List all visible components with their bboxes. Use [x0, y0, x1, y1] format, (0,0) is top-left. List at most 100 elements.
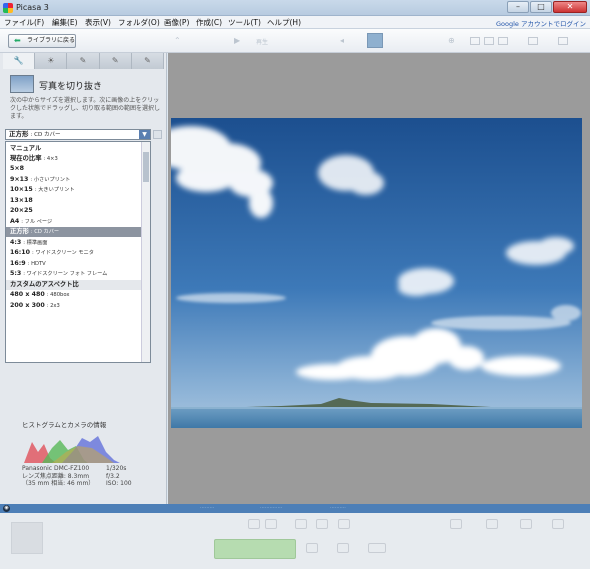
view-mode-3-icon[interactable] — [498, 37, 508, 45]
photo-image[interactable] — [171, 118, 582, 428]
size-option[interactable]: A4: フル ページ — [6, 217, 142, 227]
size-option-label: 正方形 — [10, 228, 29, 235]
tab-basic-fixes[interactable]: 🔧 — [3, 53, 36, 69]
camera-info: Panasonic DMC-FZ100 レンズ焦点距離: 8.3mm （35 m… — [22, 465, 94, 488]
info-panel-icon[interactable] — [552, 519, 564, 529]
size-option[interactable]: 16:9: HDTV — [6, 259, 142, 269]
size-option[interactable]: 13×18 — [6, 196, 142, 206]
size-option[interactable]: 現在の比率: 4×3 — [6, 154, 142, 164]
current-photo-thumbnail[interactable] — [367, 33, 383, 48]
people-icon[interactable]: ⌃ — [174, 36, 181, 45]
size-option[interactable]: 16:10: ワイドスクリーン モニタ — [6, 248, 142, 258]
menu-edit[interactable]: 編集(E) — [52, 17, 78, 28]
view-mode-1-icon[interactable] — [470, 37, 480, 45]
prev-icon[interactable]: ⊕ — [448, 36, 455, 45]
brush-icon: ✎ — [144, 56, 151, 65]
size-option-desc: : 4×3 — [43, 156, 58, 162]
size-option-desc: : 2x3 — [46, 303, 60, 309]
menu-create[interactable]: 作成(C) — [196, 17, 222, 28]
back-to-library-label: ライブラリに戻る — [27, 37, 76, 44]
person-icon[interactable] — [450, 519, 462, 529]
scrollbar-thumb[interactable] — [143, 152, 149, 182]
exposure-info: 1/320s f/3.2 ISO: 100 — [106, 465, 132, 488]
comment-icon[interactable] — [520, 519, 532, 529]
size-option[interactable]: 4:3: 標準画面 — [6, 238, 142, 248]
strip-faint-2: ·············· — [260, 505, 283, 511]
crop-size-select[interactable]: 正方形 : CD カバー ▼ — [5, 129, 151, 140]
zoom-icon[interactable] — [528, 37, 538, 45]
minimize-button[interactable]: – — [507, 1, 529, 13]
size-option-desc: : 標準画面 — [23, 240, 48, 246]
print-icon[interactable] — [337, 543, 349, 553]
size-option-desc: : 小さいプリント — [30, 177, 71, 183]
menu-file[interactable]: ファイル(F) — [4, 17, 44, 28]
size-option-label: 現在の比率 — [10, 155, 42, 162]
export-icon[interactable] — [368, 543, 386, 553]
email-icon[interactable] — [306, 543, 318, 553]
share-icon[interactable] — [338, 519, 350, 529]
size-option: カスタムのアスペクト比 — [6, 280, 142, 290]
window-title: Picasa 3 — [16, 3, 49, 12]
photo-tray-thumbnail[interactable] — [11, 522, 43, 554]
close-button[interactable]: ✕ — [553, 1, 587, 13]
tag-icon[interactable] — [486, 519, 498, 529]
rotate-right-icon[interactable] — [265, 519, 277, 529]
share-google-button[interactable] — [214, 539, 296, 559]
back-arrow-icon: ⬅ — [14, 36, 21, 45]
google-account-link[interactable]: Google アカウントでログイン — [496, 18, 586, 28]
rotate-left-icon[interactable] — [248, 519, 260, 529]
size-option[interactable]: 5×8 — [6, 164, 142, 174]
size-option[interactable]: 9×13: 小さいプリント — [6, 175, 142, 185]
dropdown-scrollbar[interactable] — [141, 142, 150, 362]
maximize-button[interactable]: □ — [530, 1, 552, 13]
shutter-speed: 1/320s — [106, 465, 127, 472]
tab-effects-3[interactable]: ✎ — [131, 53, 165, 69]
brush-icon: ✎ — [79, 56, 87, 65]
size-option[interactable]: 480 x 480: 480box — [6, 290, 142, 300]
rotate-icon[interactable]: ◂ — [340, 36, 344, 45]
size-option-label: 4:3 — [10, 239, 22, 246]
size-option-label: 200 x 300 — [10, 302, 45, 309]
size-option-label: A4 — [10, 218, 20, 225]
size-option-desc: : HDTV — [27, 261, 46, 267]
size-option-label: 20×25 — [10, 207, 33, 214]
play-label: 再生 — [256, 39, 269, 46]
size-option[interactable]: 200 x 300: 2x3 — [6, 301, 142, 311]
crop-size-subvalue: : CD カバー — [30, 132, 61, 138]
focal-length: レンズ焦点距離: 8.3mm — [22, 472, 90, 480]
menu-tools[interactable]: ツール(T) — [228, 17, 261, 28]
menu-view[interactable]: 表示(V) — [85, 17, 111, 28]
tab-tuning[interactable]: ☀ — [35, 53, 68, 69]
menu-help[interactable]: ヘルプ(H) — [267, 17, 301, 28]
crop-options-button[interactable] — [153, 130, 162, 139]
size-option[interactable]: 5:3: ワイドスクリーン フォト フレーム — [6, 269, 142, 279]
view-mode-2-icon[interactable] — [484, 37, 494, 45]
size-option-desc: : 大きいプリント — [34, 187, 75, 193]
upload-icon[interactable] — [316, 519, 328, 529]
fullscreen-icon[interactable] — [558, 37, 568, 45]
size-option-label: 13×18 — [10, 197, 33, 204]
chevron-down-icon[interactable]: ▼ — [139, 130, 150, 139]
size-option-desc: : ワイドスクリーン モニタ — [32, 250, 94, 256]
size-option[interactable]: 正方形: CD カバー — [6, 227, 142, 237]
size-option-desc: : フル ページ — [21, 219, 53, 225]
menu-folder[interactable]: フォルダ(O) — [118, 17, 160, 28]
size-option[interactable]: 10×15: 大きいプリント — [6, 185, 142, 195]
size-option-label: 480 x 480 — [10, 291, 45, 298]
toolbar: ⬅ ライブラリに戻る ⌃ ▶ 再生 ◂ ⊕ — [0, 29, 590, 53]
star-icon[interactable] — [295, 519, 307, 529]
crop-size-dropdown: 200 x 300: 2x3 480 x 480: 480box カスタムのアスペク… — [5, 141, 151, 363]
edit-tabs: 🔧 ☀ ✎ ✎ ✎ — [3, 53, 165, 69]
size-option-desc: : CD カバー — [30, 229, 60, 235]
tab-effects-1[interactable]: ✎ — [67, 53, 100, 69]
menu-picture[interactable]: 画像(P) — [164, 17, 189, 28]
size-option[interactable]: 20×25 — [6, 206, 142, 216]
picasa-app-icon — [3, 3, 13, 13]
brush-icon: ✎ — [111, 56, 119, 65]
tab-effects-2[interactable]: ✎ — [99, 53, 132, 69]
size-option-desc: : 480box — [46, 292, 70, 298]
back-to-library-button[interactable]: ⬅ ライブラリに戻る — [8, 34, 76, 48]
info-icon[interactable]: ◉ — [3, 505, 10, 512]
play-icon[interactable]: ▶ — [234, 36, 240, 45]
size-option[interactable]: マニュアル — [6, 144, 142, 154]
